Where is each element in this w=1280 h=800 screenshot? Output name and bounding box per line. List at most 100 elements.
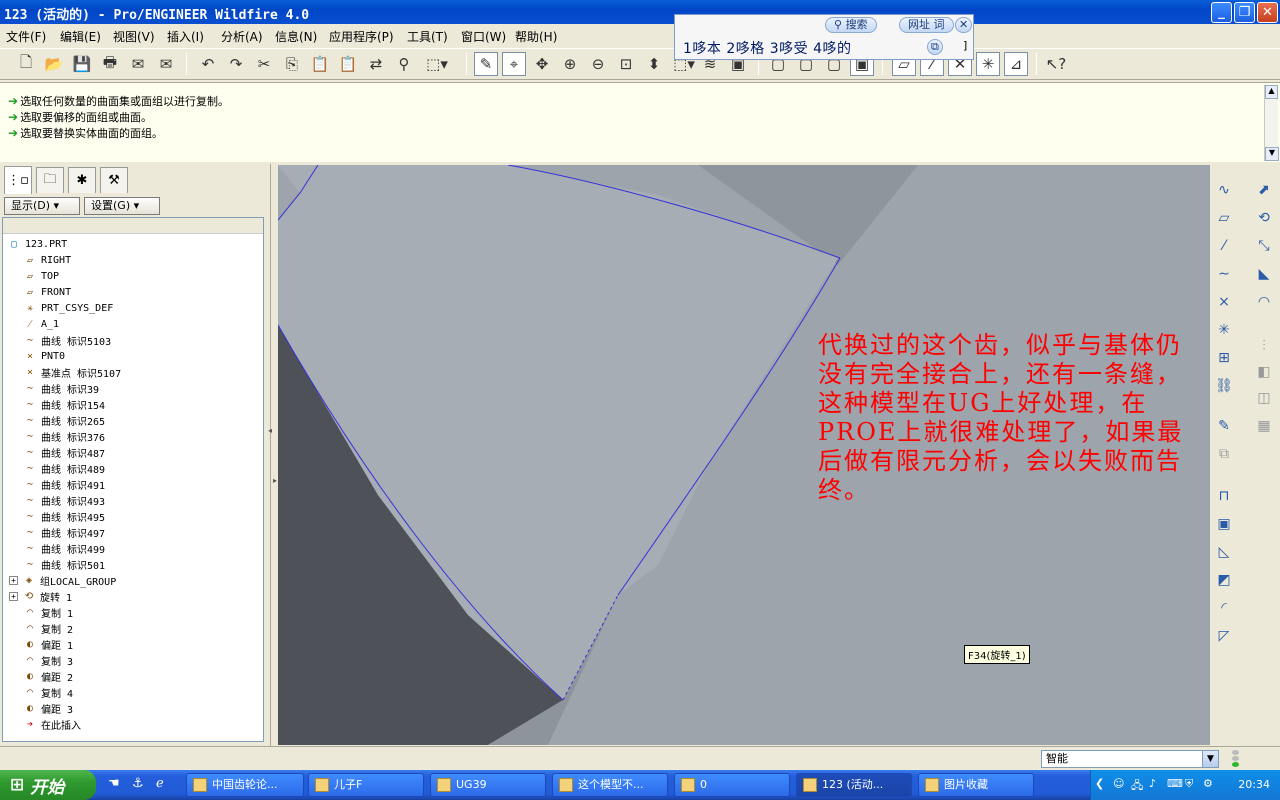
annotation-display-icon[interactable]: ⊿ [1004,52,1028,76]
redo-icon[interactable]: ↷ [224,52,248,76]
tree-item[interactable]: ∼ 曲线 标识5103 [23,332,111,348]
tree-item[interactable]: ∼ 曲线 标识501 [23,556,105,572]
csys-tool-icon[interactable]: ✳ [1213,319,1235,341]
hole-tool-icon[interactable]: ⊓ [1213,485,1235,507]
save-icon[interactable]: 💾 [70,52,94,76]
ime-close-icon[interactable]: ✕ [955,17,973,33]
blend-tool-icon[interactable]: ◣ [1253,263,1275,285]
minimize-button[interactable]: _ [1211,2,1232,23]
ime-url-button[interactable]: 网址 词 [899,17,954,33]
tree-item[interactable]: ◐ 偏距 1 [23,636,73,652]
ime-tray-icon[interactable]: ⌨ [1167,777,1183,790]
spin-center-icon[interactable]: ⌖ [502,52,526,76]
extrude-icon[interactable]: ⬈ [1253,179,1275,201]
merge-tool-icon[interactable]: ◧ [1253,361,1275,383]
quicklaunch-icon[interactable]: ⚓ [132,776,144,791]
tray-expand-icon[interactable]: ❮ [1095,777,1104,790]
print-icon[interactable]: 🖶 [98,52,122,76]
rib-tool-icon[interactable]: ◺ [1213,541,1235,563]
tree-item[interactable]: ∼ 曲线 标识487 [23,444,105,460]
draft-tool-icon[interactable]: ◩ [1213,569,1235,591]
expand-icon[interactable]: ▸ [273,476,277,485]
volume-icon[interactable]: ♪ [1149,777,1156,790]
mirror-tool-icon[interactable]: ⫶ [1253,335,1275,357]
datum-point-tool-icon[interactable]: × [1213,291,1235,313]
settings-dropdown[interactable]: 设置(G) ▾ [84,197,160,215]
menu-window[interactable]: 窗口(W) [461,28,506,45]
ie-icon[interactable]: ℯ [156,776,164,791]
round-tool-icon[interactable]: ◜ [1213,597,1235,619]
repaint-icon[interactable]: ✎ [474,52,498,76]
cut-icon[interactable]: ✂ [252,52,276,76]
pattern-tool-icon[interactable]: ▦ [1253,415,1275,437]
menu-applications[interactable]: 应用程序(P) [329,28,394,45]
zoom-out-icon[interactable]: ⊖ [586,52,610,76]
expand-icon[interactable]: + [9,591,18,601]
folder-browser-tab[interactable]: 🗀 [36,167,64,193]
tree-item[interactable]: ▱ RIGHT [23,252,71,268]
menu-insert[interactable]: 插入(I) [167,28,204,45]
menu-analysis[interactable]: 分析(A) [221,28,263,45]
analysis-feature-icon[interactable]: ⊞ [1213,347,1235,369]
tree-item[interactable]: ◐ 偏距 3 [23,700,73,716]
shell-tool-icon[interactable]: ▣ [1213,513,1235,535]
reorient-icon[interactable]: ⬍ [642,52,666,76]
copy-icon[interactable]: ⎘ [280,52,304,76]
tree-item[interactable]: ◠ 复制 2 [23,620,73,636]
ime-candidates[interactable]: 1哆本 2哆格 3哆受 4哆的 [683,38,851,58]
tree-item[interactable]: ∼ 曲线 标识495 [23,508,105,524]
tree-item[interactable]: ∼ 曲线 标识39 [23,380,99,396]
start-button[interactable]: ⊞ 开始 [0,770,96,800]
panel-splitter[interactable]: ◂ ▸ [266,164,278,746]
tree-item[interactable]: × PNT0 [23,348,65,364]
message-scrollbar[interactable]: ▲ ▼ [1264,85,1279,161]
datum-curve-tool-icon[interactable]: ∼ [1213,263,1235,285]
tree-item[interactable]: ∼ 曲线 标识376 [23,428,105,444]
selection-filter-select[interactable]: 智能 ▼ [1041,750,1219,768]
model-tree-tab[interactable]: ⋮▫ [4,166,32,194]
taskbar-item-active[interactable]: 123 (活动... [796,773,912,797]
expand-icon[interactable]: + [9,575,18,585]
context-help-icon[interactable]: ↖? [1044,52,1068,76]
coordinate-systems-icon[interactable]: ✳ [976,52,1000,76]
annotation-tool-icon[interactable]: ✎ [1213,415,1235,437]
tree-item[interactable]: ◠ 复制 4 [23,684,73,700]
network-icon[interactable]: 🖧 [1131,777,1143,796]
title-bar[interactable]: 123 (活动的) - Pro/ENGINEER Wildfire 4.0 _ … [0,0,1280,24]
tree-item[interactable]: ∼ 曲线 标识489 [23,460,105,476]
security-icon[interactable]: ⛨ [1185,777,1193,791]
sweep-tool-icon[interactable]: ⤡ [1253,235,1275,257]
regenerate-icon[interactable]: ⇄ [364,52,388,76]
boundary-blend-icon[interactable]: ◠ [1253,291,1275,313]
clock[interactable]: 20:34 [1238,778,1270,791]
undo-icon[interactable]: ↶ [196,52,220,76]
taskbar-item[interactable]: UG39 [430,773,546,797]
tree-item[interactable]: × 基准点 标识5107 [23,364,121,380]
graphics-viewport[interactable]: 代换过的这个齿，似乎与基体仍没有完全接合上，还有一条缝，这种模型在UG上好处理，… [278,165,1210,745]
menu-view[interactable]: 视图(V) [113,28,155,45]
taskbar-item[interactable]: 这个模型不... [552,773,668,797]
close-button[interactable]: ✕ [1257,2,1278,23]
show-dropdown[interactable]: 显示(D) ▾ [4,197,80,215]
tree-item[interactable]: ▱ TOP [23,268,59,284]
menu-info[interactable]: 信息(N) [275,28,317,45]
taskbar-item[interactable]: 0 [674,773,790,797]
tree-item[interactable]: ⁄ A_1 [23,316,59,332]
taskbar-item[interactable]: 图片收藏 [918,773,1034,797]
menu-file[interactable]: 文件(F) [6,28,46,45]
collapse-icon[interactable]: ◂ [268,426,272,435]
menu-edit[interactable]: 编辑(E) [60,28,101,45]
trim-tool-icon[interactable]: ◫ [1253,387,1275,409]
open-folder-icon[interactable]: 📂 [42,52,66,76]
sketch-icon[interactable]: ∿ [1213,179,1235,201]
qq-icon[interactable]: ☺ [1113,777,1124,790]
chevron-down-icon[interactable]: ▼ [1202,751,1218,767]
chain-icon[interactable]: ⛓ [1213,375,1235,397]
refit-icon[interactable]: ⊡ [614,52,638,76]
tree-item[interactable]: + ⟲ 旋转 1 [9,588,72,604]
tree-item[interactable]: ∼ 曲线 标识154 [23,396,105,412]
datum-axis-tool-icon[interactable]: ⁄ [1213,235,1235,257]
tree-item[interactable]: ∼ 曲线 标识491 [23,476,105,492]
select-box-icon[interactable]: ⬚▾ [420,52,454,76]
taskbar-item[interactable]: 中国齿轮论... [186,773,304,797]
